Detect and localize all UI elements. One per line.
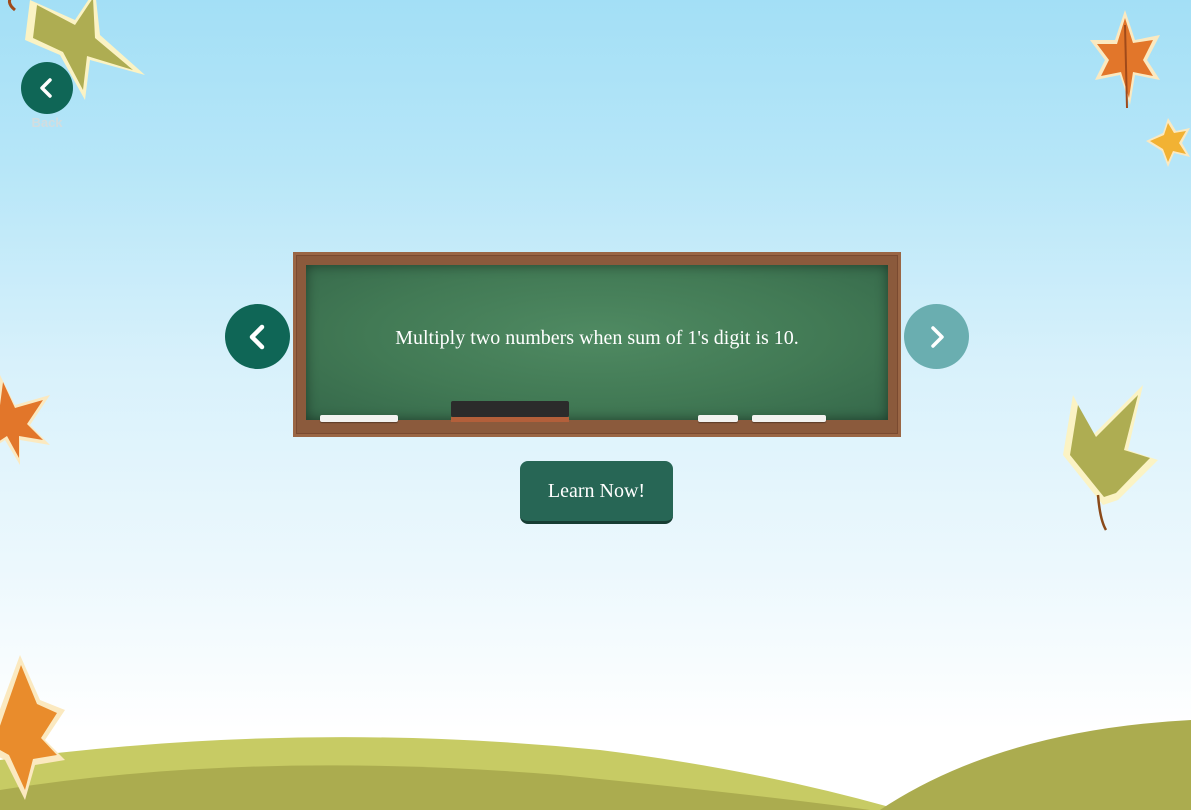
back-control[interactable]: Back bbox=[21, 62, 73, 130]
leaf-left-middle bbox=[0, 375, 50, 465]
learn-now-button[interactable]: Learn Now! bbox=[520, 461, 673, 524]
hill-light bbox=[0, 737, 900, 810]
back-label: Back bbox=[31, 115, 63, 130]
hill-dark-left bbox=[0, 765, 870, 810]
chalkboard-surface: Multiply two numbers when sum of 1's dig… bbox=[306, 265, 888, 420]
hill-dark-right bbox=[880, 720, 1191, 810]
back-button[interactable] bbox=[21, 62, 73, 114]
chalkboard: Multiply two numbers when sum of 1's dig… bbox=[293, 252, 901, 437]
leaf-small-right bbox=[1146, 118, 1190, 167]
chalk-piece bbox=[320, 415, 398, 422]
chalk-piece bbox=[752, 415, 826, 422]
eraser bbox=[451, 401, 569, 423]
chevron-left-icon bbox=[40, 78, 52, 98]
previous-lesson-button[interactable] bbox=[225, 304, 290, 369]
chevron-right-icon bbox=[930, 325, 944, 348]
leaf-top-right bbox=[1090, 10, 1160, 109]
chevron-left-icon bbox=[249, 324, 264, 349]
leaf-bottom-left bbox=[0, 655, 65, 800]
next-lesson-button[interactable] bbox=[904, 304, 969, 369]
lesson-description: Multiply two numbers when sum of 1's dig… bbox=[395, 327, 799, 349]
leaf-right-olive bbox=[1063, 385, 1158, 531]
chalk-piece bbox=[698, 415, 738, 422]
